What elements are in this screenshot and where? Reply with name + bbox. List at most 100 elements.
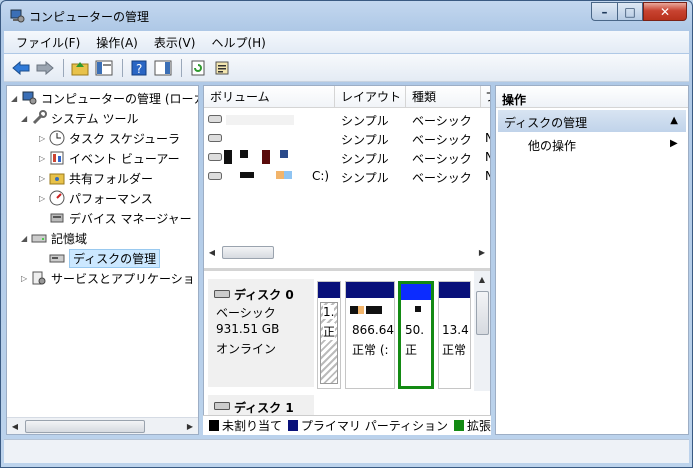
column-header-volume[interactable]: ボリューム (204, 86, 335, 108)
expand-arrow-icon[interactable]: ▷ (39, 174, 49, 183)
show-hide-tree-button[interactable] (93, 57, 115, 79)
partition-bar (346, 282, 394, 298)
expand-arrow-icon[interactable]: ▷ (39, 194, 49, 203)
tree-item-label: ディスクの管理 (69, 248, 161, 268)
tree-item-label: パフォーマンス (69, 191, 153, 206)
volume-type: ベーシック (412, 152, 472, 166)
scroll-left-icon[interactable]: ◀ (7, 418, 23, 434)
forward-button[interactable] (34, 57, 56, 79)
tree-item-computer-management[interactable]: ◢ コンピューターの管理 (ローカ (11, 88, 198, 108)
redacted-block (350, 306, 358, 314)
computer-management-icon (22, 91, 37, 105)
redacted-block (224, 150, 232, 164)
disk-management-icon (49, 254, 65, 263)
up-folder-button[interactable] (69, 57, 91, 79)
help-button[interactable]: ? (128, 57, 150, 79)
collapse-up-icon[interactable]: ▲ (670, 115, 678, 126)
redacted-block (280, 150, 288, 158)
show-hide-action-pane-button[interactable] (152, 57, 174, 79)
close-button[interactable]: ✕ (643, 2, 687, 21)
tree-item-storage[interactable]: ◢ 記憶域 (21, 228, 87, 248)
scroll-up-icon[interactable]: ▲ (474, 271, 490, 287)
scroll-right-icon[interactable]: ▶ (182, 418, 198, 434)
volume-row[interactable]: シンプル ベーシック (204, 110, 490, 129)
scroll-thumb[interactable] (476, 291, 489, 335)
menu-action[interactable]: 操作(A) (88, 34, 146, 51)
tree-item-shared-folders[interactable]: ▷ 共有フォルダー (39, 168, 153, 188)
volume-row[interactable]: シンプル ベーシック N (204, 148, 490, 167)
expand-arrow-icon[interactable]: ▷ (21, 274, 31, 283)
help-icon: ? (131, 60, 147, 76)
expand-arrow-icon[interactable]: ▷ (39, 134, 49, 143)
legend-primary: プライマリ パーティション (300, 419, 449, 433)
disk-graphical-view: ディスク 0 ベーシック 931.51 GB オンライン 1. 正 866.64… (204, 268, 490, 434)
volume-name: C:) (312, 169, 330, 183)
tree-item-performance[interactable]: ▷ パフォーマンス (39, 188, 153, 208)
column-header-layout[interactable]: レイアウト (335, 86, 406, 108)
scroll-thumb[interactable] (25, 419, 145, 433)
expand-arrow-icon[interactable]: ▷ (39, 154, 49, 163)
window-title: コンピューターの管理 (29, 10, 150, 24)
event-viewer-icon (50, 151, 64, 165)
storage-icon (31, 234, 47, 243)
menu-help[interactable]: ヘルプ(H) (203, 34, 273, 51)
drive-icon (208, 115, 222, 123)
partition-size: 13.4 (442, 323, 469, 337)
actions-section-disk-management[interactable]: ディスクの管理 ▲ (498, 110, 686, 132)
primary-swatch (287, 420, 298, 431)
column-header-filesystem[interactable]: フ (481, 86, 490, 108)
shared-folder-icon (49, 173, 65, 185)
scroll-right-icon[interactable]: ▶ (474, 245, 490, 261)
tree-item-event-viewer[interactable]: ▷ イベント ビューアー (39, 148, 180, 168)
properties-button[interactable] (211, 57, 233, 79)
redacted-block (262, 150, 270, 164)
partition-1[interactable]: 1. 正 (317, 281, 341, 389)
back-button[interactable] (10, 57, 32, 79)
disk-1-label[interactable]: ディスク 1 (208, 395, 314, 417)
menu-view[interactable]: 表示(V) (146, 34, 204, 51)
tree-item-system-tools[interactable]: ◢ システム ツール (21, 108, 138, 128)
partition-legend: 未割り当て プライマリ パーティション 拡張 (203, 415, 491, 435)
tree-item-disk-management[interactable]: ディスクの管理 (49, 248, 161, 268)
minimize-button[interactable]: – (591, 2, 617, 21)
volume-row[interactable]: シンプル ベーシック N (204, 129, 490, 148)
title-bar: コンピューターの管理 – □ ✕ (1, 1, 692, 31)
tree-item-label: デバイス マネージャー (69, 211, 192, 226)
volume-filesystem: N (485, 150, 490, 164)
drive-icon (208, 172, 222, 180)
toolbar: ? (4, 54, 689, 82)
volume-horizontal-scrollbar[interactable]: ◀ ▶ (204, 244, 490, 261)
volume-type: ベーシック (412, 171, 472, 185)
partition-2[interactable]: 866.64 正常 (: (345, 281, 395, 389)
menu-file[interactable]: ファイル(F) (8, 34, 88, 51)
collapse-arrow-icon[interactable]: ◢ (11, 94, 21, 103)
volume-row[interactable]: C:) シンプル ベーシック N (204, 167, 490, 186)
redacted-block (240, 172, 254, 178)
action-pane-icon (154, 60, 172, 75)
redacted-block (276, 171, 284, 179)
drive-icon (208, 134, 222, 142)
partition-3-selected[interactable]: 50. 正 (398, 281, 434, 389)
graphical-vertical-scrollbar[interactable]: ▲ (474, 271, 490, 391)
redacted-block (415, 306, 421, 312)
column-header-type[interactable]: 種類 (406, 86, 481, 108)
submenu-arrow-icon[interactable]: ▶ (670, 138, 678, 149)
extended-swatch (454, 420, 464, 431)
tree-horizontal-scrollbar[interactable]: ◀ ▶ (7, 417, 198, 434)
clock-icon (49, 130, 65, 146)
partition-4[interactable]: 13.4 正常 (438, 281, 471, 389)
maximize-button[interactable]: □ (617, 2, 643, 21)
tree-item-services-apps[interactable]: ▷ サービスとアプリケーショ (21, 268, 195, 288)
tree-item-task-scheduler[interactable]: ▷ タスク スケジューラ (39, 128, 180, 148)
volume-filesystem: N (485, 169, 490, 183)
tree-item-label: イベント ビューアー (69, 151, 180, 166)
collapse-arrow-icon[interactable]: ◢ (21, 114, 31, 123)
action-more-actions[interactable]: 他の操作 (528, 137, 576, 154)
tree-item-device-manager[interactable]: デバイス マネージャー (49, 208, 192, 228)
disk-0-label[interactable]: ディスク 0 ベーシック 931.51 GB オンライン (208, 279, 314, 387)
partition-size: 866.64 (352, 323, 394, 337)
scroll-left-icon[interactable]: ◀ (204, 245, 220, 261)
collapse-arrow-icon[interactable]: ◢ (21, 234, 31, 243)
scroll-thumb[interactable] (222, 246, 274, 259)
refresh-button[interactable] (187, 57, 209, 79)
